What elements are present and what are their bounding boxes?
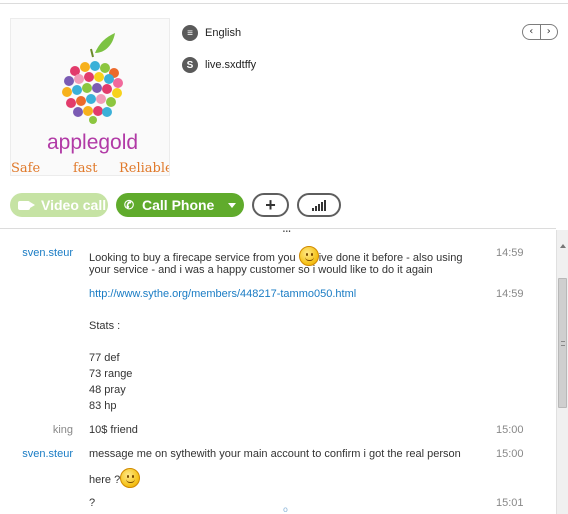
call-quality-button[interactable] xyxy=(297,193,341,217)
video-call-label: Video call xyxy=(41,197,107,213)
tagline-word: Safe xyxy=(11,161,41,176)
signal-bars-icon xyxy=(311,199,327,211)
skype-name-row: S live.sxdtffy xyxy=(182,56,256,74)
message-sender[interactable]: sven.steur xyxy=(13,247,73,259)
message-text-line: your service - and i was a happy custome… xyxy=(89,264,433,276)
call-phone-button[interactable]: ✆ Call Phone xyxy=(116,193,244,217)
brand-name: applegold xyxy=(47,131,139,154)
chevron-down-icon[interactable] xyxy=(228,203,236,208)
message-text-part: here ? xyxy=(89,474,121,486)
speech-bubble-icon: ≡ xyxy=(182,25,198,41)
profile-pager: ‹ › xyxy=(522,24,558,40)
skype-name-value: live.sxdtffy xyxy=(205,59,257,71)
smiley-emoji-icon xyxy=(120,468,141,488)
message-time: 15:01 xyxy=(496,497,524,509)
pager-prev-button[interactable]: ‹ xyxy=(523,25,541,39)
plus-icon: + xyxy=(265,194,276,215)
skype-icon: S xyxy=(182,57,198,73)
brand-tagline: Safe fast Reliable xyxy=(11,161,170,176)
language-value: English xyxy=(205,27,242,39)
message-stat-line: 83 hp xyxy=(89,400,117,412)
message-time: 15:00 xyxy=(496,424,524,436)
scroll-indicator-icon: o xyxy=(283,505,288,514)
message-stat-line: 48 pray xyxy=(89,384,126,396)
video-camera-icon xyxy=(18,200,35,210)
message-text: message me on sythewith your main accoun… xyxy=(89,446,489,488)
scroll-up-icon[interactable] xyxy=(560,244,566,248)
message-stats-title: Stats : xyxy=(89,320,121,332)
call-phone-label: Call Phone xyxy=(142,197,215,213)
smiley-emoji-icon xyxy=(298,246,319,266)
message-time: 15:00 xyxy=(496,448,524,460)
message-time: 14:59 xyxy=(496,247,524,259)
pager-next-button[interactable]: › xyxy=(541,25,558,39)
language-row: ≡ English xyxy=(182,24,241,42)
message-text: ? xyxy=(89,497,96,509)
message-sender[interactable]: sven.steur xyxy=(13,448,73,460)
message-sender[interactable]: king xyxy=(13,424,73,436)
message-stat-line: 73 range xyxy=(89,368,133,380)
video-call-button[interactable]: Video call xyxy=(10,193,108,217)
message-text: 10$ friend xyxy=(89,424,138,436)
message-time: 14:59 xyxy=(496,288,524,300)
message-stat-line: 77 def xyxy=(89,352,120,364)
chat-scrollbar[interactable] xyxy=(556,230,568,514)
message-text-line: message me on sythewith your main accoun… xyxy=(89,448,461,460)
message-text: Looking to buy a firecape service from y… xyxy=(89,240,489,278)
apple-logo-icon xyxy=(62,33,123,124)
scrollbar-thumb[interactable] xyxy=(558,278,567,408)
chat-divider xyxy=(0,228,556,229)
profile-avatar: applegold Safe fast Reliable xyxy=(10,18,170,176)
tagline-word: Reliable xyxy=(119,161,170,176)
message-link[interactable]: http://www.sythe.org/members/448217-tamm… xyxy=(89,286,489,302)
phone-icon: ✆ xyxy=(123,198,135,212)
tagline-word: fast xyxy=(73,161,98,176)
add-button[interactable]: + xyxy=(252,193,289,217)
top-divider xyxy=(0,3,568,4)
